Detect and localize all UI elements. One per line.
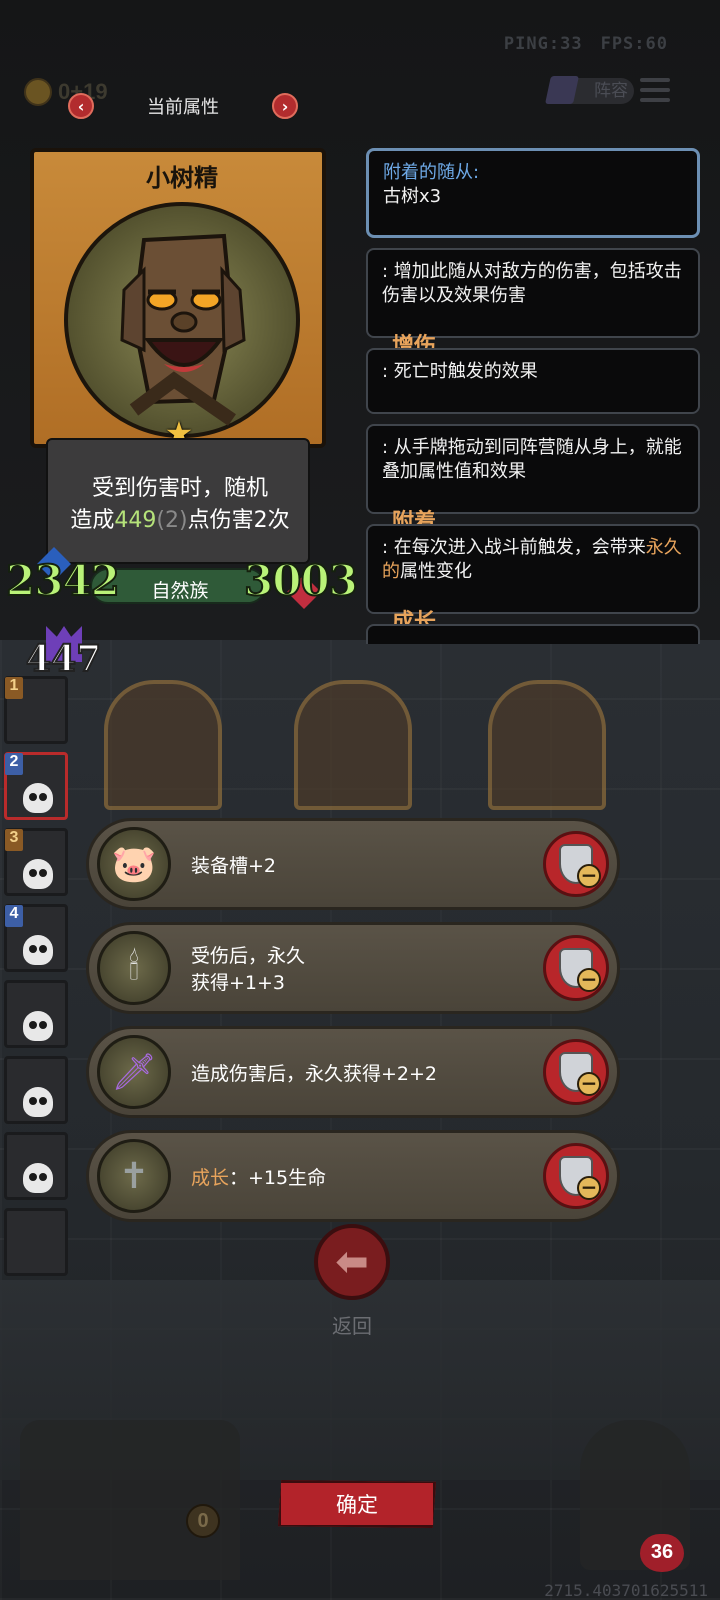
piggy-bank-icon: 🐷 <box>97 827 171 901</box>
hamburger-menu-icon[interactable] <box>640 78 670 102</box>
roster-slot[interactable]: 3 <box>4 828 68 896</box>
roster-slot[interactable] <box>4 1056 68 1124</box>
purple-sword-icon: 🗡 <box>97 1035 171 1109</box>
skull-icon <box>23 935 53 965</box>
keyword-panel-growth: 成长: 在每次进入战斗前触发，会带来永久的属性变化 <box>366 524 700 634</box>
minus-icon: − <box>577 1072 601 1096</box>
keyword-text: : 增加此随从对敌方的伤害，包括攻击伤害以及效果伤害 <box>382 261 682 306</box>
remove-equipment-button[interactable]: − <box>543 1143 609 1209</box>
keyword-text: 古树x3 <box>383 186 442 207</box>
confirm-button[interactable]: 确定 <box>278 1480 436 1528</box>
candelabra-icon: 🕯 <box>97 931 171 1005</box>
network-stats: PING:33 FPS:60 <box>504 34 668 54</box>
shield-icon: − <box>559 1052 601 1096</box>
remove-equipment-button[interactable]: − <box>543 831 609 897</box>
keyword-text: : 死亡时触发的效果 <box>382 361 538 382</box>
remove-equipment-button[interactable]: − <box>543 935 609 1001</box>
description-line-1: 受到伤害时，随机 <box>91 476 268 501</box>
keyword-panel-attach: 附着: 从手牌拖动到同阵营随从身上，就能叠加属性值和效果 <box>366 424 700 534</box>
roster-slot[interactable] <box>4 980 68 1048</box>
shop-area <box>20 1420 240 1580</box>
lineup-button[interactable]: 阵容 <box>545 76 634 104</box>
skull-icon <box>23 1011 53 1041</box>
seed-readout: 2715.403701625511 <box>544 1581 708 1600</box>
attached-minions-panel: 附着的随从: 古树x3 <box>366 148 700 238</box>
minus-icon: − <box>577 968 601 992</box>
description-line-2: 造成449(2)点伤害2次 <box>70 508 290 533</box>
shield-icon: − <box>559 948 601 992</box>
damage-bonus: (2) <box>156 508 188 533</box>
treant-portrait-icon <box>120 233 246 426</box>
coin-icon <box>24 78 52 106</box>
roster-slot[interactable] <box>4 1208 68 1276</box>
skull-icon <box>23 1087 53 1117</box>
minus-icon: − <box>577 1176 601 1200</box>
roster-slot-selected[interactable]: 2 <box>4 752 68 820</box>
growth-keyword: 成长 <box>191 1167 230 1189</box>
remove-equipment-button[interactable]: − <box>543 1039 609 1105</box>
lineup-label: 阵容 <box>594 81 628 101</box>
damage-value: 449 <box>114 508 157 533</box>
board-minion[interactable] <box>104 680 222 810</box>
attribute-title: 当前属性 <box>147 97 219 118</box>
hero-health-badge: 36 <box>640 1534 684 1572</box>
equipment-row: ✝ 成长：+15生命 − <box>86 1130 620 1222</box>
fps-readout: FPS:60 <box>600 34 668 54</box>
prev-arrow-button[interactable]: ‹ <box>68 93 94 119</box>
card-name: 小树精 <box>146 164 218 192</box>
board-minion[interactable] <box>488 680 606 810</box>
skull-icon <box>23 1163 53 1193</box>
equipment-row: 🕯 受伤后，永久 获得+1+3 − <box>86 922 620 1014</box>
minus-icon: − <box>577 864 601 888</box>
keyword-panel-deathrattle: 遗言: 死亡时触发的效果 <box>366 348 700 458</box>
equipment-effect: 装备槽+2 <box>191 855 277 877</box>
cards-icon <box>545 76 579 104</box>
equipment-effect: 受伤后，永久 获得+1+3 <box>191 945 306 994</box>
tavern-coins: 447 <box>25 637 102 681</box>
keyword-text: : 从手牌拖动到同阵营随从身上，就能叠加属性值和效果 <box>382 437 682 482</box>
board-minion[interactable] <box>294 680 412 810</box>
next-arrow-button[interactable]: › <box>272 93 298 119</box>
equipment-effect: 成长：+15生命 <box>191 1167 327 1189</box>
card-description: 受到伤害时，随机 造成449(2)点伤害2次 <box>46 438 310 564</box>
attribute-header: ‹ 当前属性 › <box>68 92 298 120</box>
equipment-row: 🗡 造成伤害后，永久获得+2+2 − <box>86 1026 620 1118</box>
keyword-panel-damage-boost: 增伤: 增加此随从对敌方的伤害，包括攻击伤害以及效果伤害 <box>366 248 700 358</box>
minion-card: 小树精 ★ 受到伤害时，随机 造成449(2)点伤害2次 自然族 2342 30… <box>5 148 359 609</box>
shield-icon: − <box>559 844 601 888</box>
back-label: 返回 <box>332 1314 372 1338</box>
skull-icon <box>23 859 53 889</box>
roster-slot[interactable]: 1 <box>4 676 68 744</box>
keyword-panel-overflow <box>366 624 700 644</box>
gravestone-icon: ✝ <box>97 1139 171 1213</box>
roster-slot[interactable]: 4 <box>4 904 68 972</box>
keyword-title: 附着的随从: <box>383 162 480 183</box>
attack-value: 2342 <box>5 555 121 606</box>
ping-readout: PING:33 <box>503 34 583 54</box>
card-frame: 小树精 <box>30 148 326 448</box>
roster-slot[interactable] <box>4 1132 68 1200</box>
equipment-row: 🐷 装备槽+2 − <box>86 818 620 910</box>
health-value: 3003 <box>243 555 359 606</box>
shield-icon: − <box>559 1156 601 1200</box>
skull-icon <box>23 783 53 813</box>
back-arrow-button[interactable]: ⬅ <box>314 1224 390 1300</box>
equipment-effect: 造成伤害后，永久获得+2+2 <box>191 1063 438 1085</box>
coin-counter: 0 <box>186 1504 220 1538</box>
